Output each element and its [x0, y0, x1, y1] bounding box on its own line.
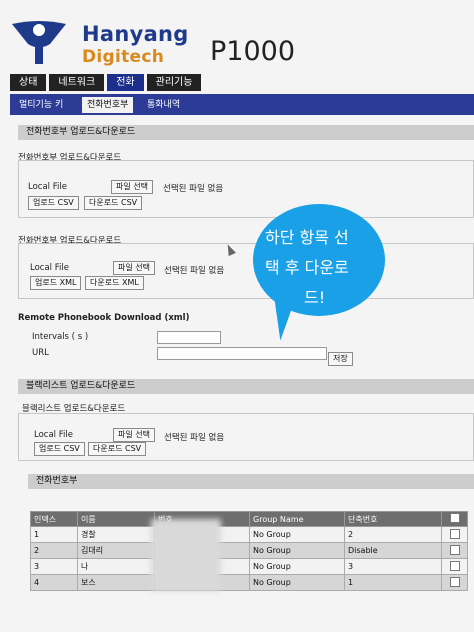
cell-group: No Group: [249, 526, 345, 543]
download-xml-button[interactable]: 다운로드 XML: [85, 276, 144, 290]
subtab-phonebook[interactable]: 전화번호부: [82, 97, 134, 113]
phonebook-heading: 전화번호부: [28, 474, 474, 489]
download-csv-button[interactable]: 다운로드 CSV: [84, 196, 143, 210]
upload-xml-button[interactable]: 업로드 XML: [30, 276, 82, 290]
cell-select[interactable]: [441, 558, 468, 575]
row-checkbox[interactable]: [449, 576, 460, 587]
annotation-line2: 택 후 다운로: [265, 258, 349, 277]
blacklist-no-file-text: 선택된 파일 없음: [164, 433, 225, 443]
cell-select[interactable]: [441, 574, 468, 591]
redacted-numbers: [151, 519, 221, 591]
row-checkbox[interactable]: [449, 560, 460, 571]
cell-index: 2: [30, 542, 78, 559]
cell-name: 김대리: [77, 542, 155, 559]
brand-name: Hanyang: [82, 22, 189, 46]
web-config-page: Hanyang Digitech P1000 상태 네트워크 전화 관리기능 멀…: [0, 0, 474, 632]
annotation-line3: 드!: [304, 288, 326, 307]
col-name: 이름: [77, 511, 155, 527]
brand-subname: Digitech: [82, 47, 165, 67]
remote-phonebook-title: Remote Phonebook Download (xml): [18, 313, 190, 323]
cell-speed: Disable: [344, 542, 442, 559]
local-file-label: Local File: [28, 182, 67, 192]
cell-speed: 3: [344, 558, 442, 575]
table-row[interactable]: 3 나 No Group 3: [30, 558, 468, 575]
col-index: 인덱스: [30, 511, 78, 527]
col-select-all[interactable]: [441, 511, 468, 527]
subtab-call-history[interactable]: 통화내역: [142, 97, 185, 113]
cell-group: No Group: [249, 558, 345, 575]
choose-file-button-xml[interactable]: 파일 선택: [113, 261, 155, 275]
table-row[interactable]: 2 김대리 No Group Disable: [30, 542, 468, 559]
local-file-label-xml: Local File: [30, 263, 69, 273]
sub-tabs: 멀티기능 키 전화번호부 통화내역: [10, 94, 474, 115]
blacklist-heading: 블랙리스트 업로드&다운로드: [18, 379, 474, 394]
phonebook-updown-heading: 전화번호부 업로드&다운로드: [18, 125, 474, 140]
upload-csv-button[interactable]: 업로드 CSV: [28, 196, 79, 210]
intervals-input[interactable]: [157, 331, 221, 344]
cell-index: 3: [30, 558, 78, 575]
subtab-multifunction-key[interactable]: 멀티기능 키: [14, 97, 68, 113]
col-speed-dial: 단축번호: [344, 511, 442, 527]
main-tabs: 상태 네트워크 전화 관리기능: [10, 74, 202, 91]
col-group-name: Group Name: [249, 511, 345, 527]
blacklist-local-file-label: Local File: [34, 430, 73, 440]
select-all-checkbox[interactable]: [449, 513, 460, 523]
url-label: URL: [32, 348, 49, 358]
cell-group: No Group: [249, 542, 345, 559]
save-button[interactable]: 저장: [328, 352, 353, 366]
cell-index: 1: [30, 526, 78, 543]
blacklist-upload-csv-button[interactable]: 업로드 CSV: [34, 442, 85, 456]
section2-box: [18, 243, 474, 299]
cell-name: 나: [77, 558, 155, 575]
tab-network[interactable]: 네트워크: [49, 74, 105, 91]
row-checkbox[interactable]: [449, 544, 460, 555]
phonebook-table: 인덱스 이름 번호 Group Name 단축번호 1 경찰 No Group …: [30, 511, 468, 591]
cell-name: 경찰: [77, 526, 155, 543]
model-name: P1000: [210, 36, 295, 67]
blacklist-choose-file-button[interactable]: 파일 선택: [113, 428, 155, 442]
table-header-row: 인덱스 이름 번호 Group Name 단축번호: [30, 511, 468, 527]
cell-speed: 2: [344, 526, 442, 543]
blacklist-download-csv-button[interactable]: 다운로드 CSV: [88, 442, 147, 456]
cell-group: No Group: [249, 574, 345, 591]
no-file-text-xml: 선택된 파일 없음: [164, 266, 225, 276]
tab-phone[interactable]: 전화: [107, 74, 144, 91]
cell-name: 보스: [77, 574, 155, 591]
cell-select[interactable]: [441, 526, 468, 543]
cell-index: 4: [30, 574, 78, 591]
choose-file-button[interactable]: 파일 선택: [111, 180, 153, 194]
blacklist-box: [18, 413, 474, 461]
tab-management[interactable]: 관리기능: [146, 74, 202, 91]
row-checkbox[interactable]: [449, 528, 460, 539]
hanyang-logo-icon: [12, 21, 66, 64]
table-row[interactable]: 4 보스 No Group 1: [30, 574, 468, 591]
url-input[interactable]: [157, 347, 327, 360]
cell-speed: 1: [344, 574, 442, 591]
tab-status[interactable]: 상태: [10, 74, 47, 91]
table-row[interactable]: 1 경찰 No Group 2: [30, 526, 468, 543]
annotation-line1: 하단 항목 선: [265, 228, 349, 247]
intervals-label: Intervals ( s ): [32, 332, 89, 342]
no-file-text: 선택된 파일 없음: [163, 184, 224, 194]
cell-select[interactable]: [441, 542, 468, 559]
